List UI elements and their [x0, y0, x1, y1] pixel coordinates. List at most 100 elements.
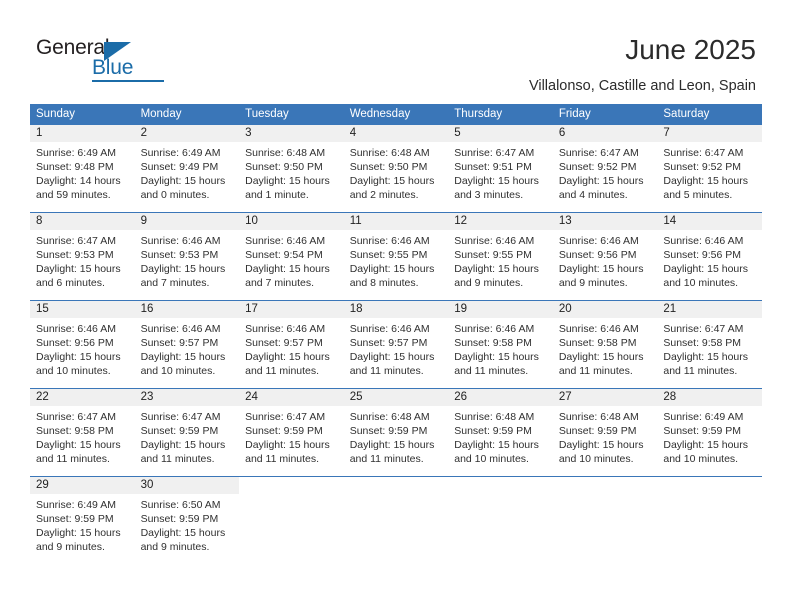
day-cell: Sunrise: 6:48 AM Sunset: 9:50 PM Dayligh…	[343, 142, 449, 212]
logo-underline	[92, 80, 164, 82]
day-number[interactable]: 22	[30, 389, 135, 406]
calendar-week-row: 29 30 Sunrise: 6:49 AM Sunset: 9:59 PM D…	[30, 476, 762, 564]
daylight-text: Daylight: 15 hours and 3 minutes.	[454, 175, 539, 201]
sunrise-text: Sunrise: 6:46 AM	[245, 235, 326, 247]
day-number[interactable]: 15	[30, 301, 135, 318]
day-number[interactable]: 29	[30, 477, 135, 494]
daylight-text: Daylight: 15 hours and 10 minutes.	[454, 439, 539, 465]
day-cell: Sunrise: 6:50 AM Sunset: 9:59 PM Dayligh…	[134, 494, 240, 564]
day-detail-row: Sunrise: 6:49 AM Sunset: 9:59 PM Dayligh…	[30, 494, 762, 564]
day-number[interactable]: 21	[657, 301, 762, 318]
daylight-text: Daylight: 15 hours and 11 minutes.	[36, 439, 121, 465]
day-number[interactable]: 9	[134, 213, 240, 230]
daylight-text: Daylight: 15 hours and 9 minutes.	[36, 527, 121, 553]
day-number[interactable]: 13	[552, 213, 658, 230]
day-number[interactable]: 25	[343, 389, 449, 406]
day-number[interactable]: 3	[239, 125, 344, 142]
day-number-row: 22 23 24 25 26 27 28	[30, 389, 762, 406]
logo-text-blue: Blue	[92, 56, 134, 79]
sunrise-text: Sunrise: 6:46 AM	[245, 323, 326, 335]
day-number[interactable]: 8	[30, 213, 135, 230]
day-cell: Sunrise: 6:49 AM Sunset: 9:49 PM Dayligh…	[134, 142, 240, 212]
sunset-text: Sunset: 9:54 PM	[245, 249, 323, 261]
page-title: June 2025	[625, 34, 756, 65]
daylight-text: Daylight: 15 hours and 4 minutes.	[558, 175, 644, 201]
sunrise-text: Sunrise: 6:46 AM	[454, 323, 535, 335]
daylight-text: Daylight: 15 hours and 5 minutes.	[663, 175, 749, 201]
day-number[interactable]: 4	[343, 125, 449, 142]
day-number[interactable]: 11	[343, 213, 449, 230]
day-number-empty	[448, 477, 553, 494]
sunrise-text: Sunrise: 6:47 AM	[245, 411, 326, 423]
sunset-text: Sunset: 9:55 PM	[454, 249, 532, 261]
sunrise-text: Sunrise: 6:49 AM	[36, 499, 116, 511]
sunset-text: Sunset: 9:56 PM	[36, 337, 114, 349]
day-number[interactable]: 14	[657, 213, 762, 230]
day-number[interactable]: 24	[239, 389, 344, 406]
day-cell: Sunrise: 6:48 AM Sunset: 9:59 PM Dayligh…	[343, 406, 449, 476]
calendar-week-row: 22 23 24 25 26 27 28 Sunrise: 6:47 AM Su…	[30, 388, 762, 476]
day-detail-row: Sunrise: 6:47 AM Sunset: 9:53 PM Dayligh…	[30, 230, 762, 300]
daylight-text: Daylight: 15 hours and 6 minutes.	[36, 263, 121, 289]
day-cell: Sunrise: 6:47 AM Sunset: 9:52 PM Dayligh…	[552, 142, 658, 212]
sunrise-text: Sunrise: 6:46 AM	[454, 235, 535, 247]
day-number[interactable]: 27	[552, 389, 658, 406]
day-number[interactable]: 7	[657, 125, 762, 142]
sunrise-text: Sunrise: 6:46 AM	[140, 323, 221, 335]
day-number[interactable]: 12	[448, 213, 553, 230]
sunrise-text: Sunrise: 6:47 AM	[140, 411, 221, 423]
day-number[interactable]: 2	[134, 125, 240, 142]
sunset-text: Sunset: 9:59 PM	[245, 425, 323, 437]
weekday-header-friday: Friday	[558, 108, 591, 120]
sunset-text: Sunset: 9:59 PM	[454, 425, 532, 437]
day-number[interactable]: 19	[448, 301, 553, 318]
day-number[interactable]: 20	[552, 301, 658, 318]
sunset-text: Sunset: 9:59 PM	[663, 425, 742, 437]
sunset-text: Sunset: 9:53 PM	[140, 249, 219, 261]
day-cell: Sunrise: 6:47 AM Sunset: 9:59 PM Dayligh…	[239, 406, 344, 476]
sunset-text: Sunset: 9:56 PM	[663, 249, 742, 261]
sunrise-text: Sunrise: 6:49 AM	[663, 411, 744, 423]
weekday-header-saturday: Saturday	[663, 108, 710, 120]
day-cell-empty	[343, 494, 449, 564]
daylight-text: Daylight: 15 hours and 10 minutes.	[36, 351, 121, 377]
day-number[interactable]: 26	[448, 389, 553, 406]
day-cell: Sunrise: 6:48 AM Sunset: 9:50 PM Dayligh…	[239, 142, 344, 212]
day-number[interactable]: 28	[657, 389, 762, 406]
sunrise-text: Sunrise: 6:47 AM	[663, 323, 744, 335]
day-number[interactable]: 1	[30, 125, 135, 142]
sunset-text: Sunset: 9:48 PM	[36, 161, 114, 173]
sunrise-text: Sunrise: 6:48 AM	[245, 147, 326, 159]
day-number[interactable]: 18	[343, 301, 449, 318]
sunrise-text: Sunrise: 6:47 AM	[663, 147, 744, 159]
day-detail-row: Sunrise: 6:47 AM Sunset: 9:58 PM Dayligh…	[30, 406, 762, 476]
daylight-text: Daylight: 15 hours and 10 minutes.	[663, 263, 749, 289]
sunset-text: Sunset: 9:58 PM	[558, 337, 637, 349]
day-cell-empty	[552, 494, 658, 564]
day-cell: Sunrise: 6:46 AM Sunset: 9:56 PM Dayligh…	[657, 230, 762, 300]
day-cell: Sunrise: 6:48 AM Sunset: 9:59 PM Dayligh…	[552, 406, 658, 476]
weekday-header-monday: Monday	[140, 108, 182, 120]
daylight-text: Daylight: 15 hours and 11 minutes.	[663, 351, 749, 377]
daylight-text: Daylight: 15 hours and 0 minutes.	[140, 175, 226, 201]
day-number[interactable]: 23	[134, 389, 240, 406]
daylight-text: Daylight: 15 hours and 11 minutes.	[140, 439, 226, 465]
day-number-row: 29 30	[30, 477, 762, 494]
day-number[interactable]: 30	[134, 477, 240, 494]
page-header: General Blue June 2025 Villalonso, Casti…	[0, 0, 792, 104]
calendar-page: General Blue June 2025 Villalonso, Casti…	[0, 0, 792, 612]
sunset-text: Sunset: 9:53 PM	[36, 249, 114, 261]
day-number[interactable]: 5	[448, 125, 553, 142]
day-number[interactable]: 16	[134, 301, 240, 318]
calendar-week-row: 15 16 17 18 19 20 21 Sunrise: 6:46 AM Su…	[30, 300, 762, 388]
day-cell: Sunrise: 6:46 AM Sunset: 9:58 PM Dayligh…	[448, 318, 553, 388]
weekday-header-tuesday: Tuesday	[245, 108, 289, 120]
sunset-text: Sunset: 9:58 PM	[454, 337, 532, 349]
calendar-grid: Sunday Monday Tuesday Wednesday Thursday…	[30, 104, 762, 564]
day-number[interactable]: 6	[552, 125, 658, 142]
day-number[interactable]: 17	[239, 301, 344, 318]
day-cell: Sunrise: 6:48 AM Sunset: 9:59 PM Dayligh…	[448, 406, 553, 476]
day-number[interactable]: 10	[239, 213, 344, 230]
day-detail-row: Sunrise: 6:49 AM Sunset: 9:48 PM Dayligh…	[30, 142, 762, 212]
sunset-text: Sunset: 9:52 PM	[663, 161, 742, 173]
